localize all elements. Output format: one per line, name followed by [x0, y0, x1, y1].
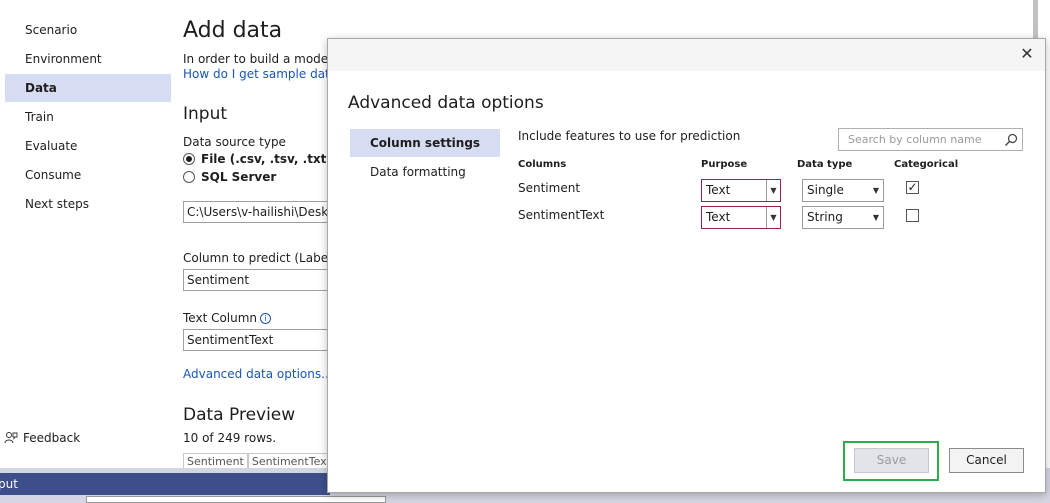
advanced-data-options-dialog: ✕ Advanced data options Column settings …: [327, 38, 1046, 493]
datatype-select-sentimenttext[interactable]: String ▼: [802, 206, 884, 229]
text-column-label-row: Text Column i: [183, 311, 272, 325]
data-preview-title: Data Preview: [183, 405, 296, 425]
preview-header-sentimenttext[interactable]: SentimentText: [247, 453, 335, 469]
radio-sql[interactable]: [183, 171, 195, 183]
cancel-button[interactable]: Cancel: [949, 448, 1024, 473]
nav-item-train[interactable]: Train: [5, 103, 171, 131]
tab-data-formatting[interactable]: Data formatting: [350, 158, 500, 186]
output-panel-tab[interactable]: put: [0, 473, 330, 495]
nav-item-data[interactable]: Data: [5, 74, 171, 102]
feedback-icon: [4, 432, 18, 444]
search-icon[interactable]: [1003, 132, 1019, 148]
tab-column-settings[interactable]: Column settings: [350, 129, 500, 157]
sample-data-link[interactable]: How do I get sample datase: [183, 67, 351, 81]
purpose-value-sentiment: Text: [706, 183, 731, 197]
datatype-value-sentimenttext: String: [807, 210, 843, 224]
chevron-down-icon: ▼: [766, 180, 780, 201]
column-name-sentimenttext: SentimentText: [518, 208, 605, 222]
label-column-label: Column to predict (Label):: [183, 251, 341, 265]
chevron-down-icon: ▼: [766, 207, 780, 228]
feedback-button[interactable]: Feedback: [4, 428, 80, 448]
output-label: put: [0, 477, 18, 491]
datatype-select-sentiment[interactable]: Single ▼: [802, 179, 884, 202]
radio-file[interactable]: [183, 153, 195, 165]
column-search-box[interactable]: [838, 128, 1023, 151]
nav-item-consume[interactable]: Consume: [5, 161, 171, 189]
close-icon[interactable]: ✕: [1017, 44, 1037, 64]
dialog-titlebar: [328, 39, 1045, 71]
rows-count: 10 of 249 rows.: [183, 431, 277, 445]
purpose-select-sentiment[interactable]: Text ▼: [701, 179, 781, 202]
intro-text: In order to build a model, y: [183, 52, 347, 66]
text-column-select[interactable]: SentimentText: [183, 329, 333, 351]
column-name-sentiment: Sentiment: [518, 181, 581, 195]
categorical-header: Categorical: [894, 159, 959, 170]
source-option-sql-label: SQL Server: [201, 170, 277, 184]
feedback-label: Feedback: [23, 431, 81, 445]
info-icon[interactable]: i: [260, 313, 272, 324]
save-button[interactable]: Save: [854, 448, 929, 473]
nav-item-evaluate[interactable]: Evaluate: [5, 132, 171, 160]
file-path-input[interactable]: C:\Users\v-hailishi\Desktop: [183, 201, 333, 223]
datatype-value-sentiment: Single: [807, 183, 844, 197]
preview-header-sentiment[interactable]: Sentiment: [183, 453, 248, 469]
nav-item-environment[interactable]: Environment: [5, 45, 171, 73]
purpose-header: Purpose: [701, 159, 748, 170]
column-search-input[interactable]: [839, 129, 999, 150]
nav-item-scenario[interactable]: Scenario: [5, 16, 171, 44]
output-source-field[interactable]: [86, 496, 386, 503]
include-features-label: Include features to use for prediction: [518, 129, 741, 143]
nav-item-next-steps[interactable]: Next steps: [5, 190, 171, 218]
purpose-value-sentimenttext: Text: [706, 210, 731, 224]
categorical-checkbox-sentiment[interactable]: ✓: [906, 181, 919, 194]
data-type-header: Data type: [797, 159, 853, 170]
chevron-down-icon: ▼: [872, 213, 880, 222]
data-source-label: Data source type: [183, 135, 286, 149]
label-column-select[interactable]: Sentiment: [183, 269, 333, 291]
categorical-checkbox-sentimenttext[interactable]: [906, 209, 919, 222]
text-column-label: Text Column: [183, 311, 258, 325]
page-scrollbar-thumb[interactable]: [1033, 0, 1038, 40]
source-option-file[interactable]: File (.csv, .tsv, .txt): [183, 152, 332, 166]
purpose-select-sentimenttext[interactable]: Text ▼: [701, 206, 781, 229]
left-nav: Scenario Environment Data Train Evaluate…: [0, 0, 172, 468]
chevron-down-icon: ▼: [872, 186, 880, 195]
columns-header: Columns: [518, 159, 567, 170]
source-option-sql[interactable]: SQL Server: [183, 170, 276, 184]
preview-table-header: Sentiment SentimentText: [183, 453, 335, 469]
input-section-title: Input: [183, 104, 228, 124]
dialog-title: Advanced data options: [348, 93, 544, 113]
advanced-data-options-link[interactable]: Advanced data options...: [183, 367, 333, 381]
source-option-file-label: File (.csv, .tsv, .txt): [201, 152, 332, 166]
page-title: Add data: [183, 18, 283, 43]
